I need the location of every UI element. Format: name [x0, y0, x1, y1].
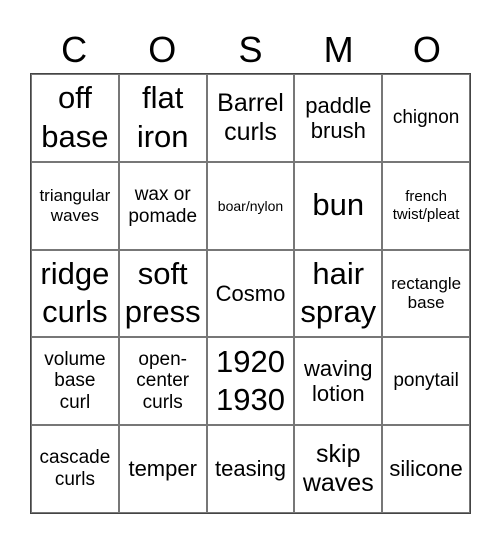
bingo-cell[interactable]: rectangle base: [382, 249, 470, 338]
bingo-cell[interactable]: chignon: [382, 74, 470, 162]
bingo-cell[interactable]: Barrel curls: [206, 74, 295, 162]
bingo-cell[interactable]: ponytail: [382, 337, 470, 426]
bingo-cell[interactable]: boar/nylon: [206, 161, 295, 250]
header-letter: S: [238, 29, 263, 70]
bingo-cell[interactable]: wax or pomade: [118, 161, 207, 250]
header-letter: O: [412, 29, 441, 70]
bingo-cell[interactable]: waving lotion: [294, 337, 383, 426]
bingo-cell[interactable]: paddle brush: [294, 74, 383, 162]
bingo-cell[interactable]: skip waves: [294, 425, 383, 513]
bingo-cell[interactable]: 1920 1930: [206, 337, 295, 426]
bingo-cell[interactable]: soft press: [118, 249, 207, 338]
header-letter: C: [61, 29, 88, 70]
bingo-cell[interactable]: Cosmo: [206, 249, 295, 338]
bingo-cell[interactable]: cascade curls: [31, 425, 119, 513]
bingo-cell[interactable]: teasing: [206, 425, 295, 513]
bingo-cell[interactable]: bun: [294, 161, 383, 250]
bingo-grid: off base flat iron Barrel curls paddle brus…: [30, 73, 471, 514]
bingo-header: COSMO: [30, 26, 471, 74]
bingo-cell[interactable]: off base: [31, 74, 119, 162]
bingo-cell[interactable]: flat iron: [118, 74, 207, 162]
bingo-cell[interactable]: open- center curls: [118, 337, 207, 426]
bingo-cell[interactable]: temper: [118, 425, 207, 513]
header-letter: O: [148, 29, 177, 70]
bingo-cell[interactable]: volume base curl: [31, 337, 119, 426]
bingo-cell[interactable]: triangular waves: [31, 161, 119, 250]
bingo-cell[interactable]: silicone: [382, 425, 470, 513]
bingo-cell[interactable]: hair spray: [294, 249, 383, 338]
bingo-cell[interactable]: french twist/pleat: [382, 161, 470, 250]
bingo-cell[interactable]: ridge curls: [31, 249, 119, 338]
header-letter: M: [323, 29, 354, 70]
